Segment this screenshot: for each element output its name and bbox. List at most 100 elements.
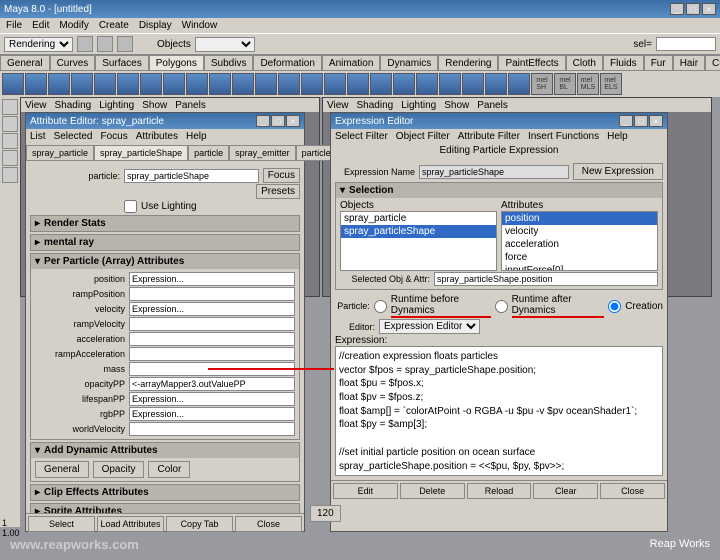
shelf-item-icon[interactable] bbox=[416, 73, 438, 95]
runtime-after-radio[interactable] bbox=[495, 300, 508, 313]
ae-tab[interactable]: spray_emitter bbox=[229, 145, 296, 161]
maximize-icon[interactable]: □ bbox=[271, 115, 285, 127]
ae-tab[interactable]: particle bbox=[188, 145, 229, 161]
vp-shading[interactable]: Shading bbox=[55, 100, 92, 111]
list-item[interactable]: acceleration bbox=[502, 238, 657, 251]
ee-menu-attrfilter[interactable]: Attribute Filter bbox=[458, 131, 520, 142]
menu-create[interactable]: Create bbox=[99, 20, 129, 31]
shelf-tab[interactable]: Hair bbox=[673, 55, 705, 71]
color-button[interactable]: Color bbox=[148, 461, 190, 478]
editor-select[interactable]: Expression Editor bbox=[379, 319, 480, 334]
vp-show[interactable]: Show bbox=[142, 100, 167, 111]
shelf-item-icon[interactable] bbox=[48, 73, 70, 95]
reload-button[interactable]: Reload bbox=[467, 483, 532, 499]
particle-field[interactable] bbox=[124, 169, 259, 183]
ae-menu-help[interactable]: Help bbox=[186, 131, 207, 142]
module-select[interactable]: Rendering bbox=[4, 37, 73, 52]
ae-menu-selected[interactable]: Selected bbox=[54, 131, 93, 142]
scale-tool-icon[interactable] bbox=[2, 167, 18, 183]
shelf-tab[interactable]: Custom bbox=[705, 55, 720, 71]
shelf-item-icon[interactable] bbox=[278, 73, 300, 95]
section-add-dyn[interactable]: ▾ Add Dynamic Attributes bbox=[31, 443, 299, 458]
minimize-icon[interactable]: _ bbox=[619, 115, 633, 127]
rotate-tool-icon[interactable] bbox=[2, 150, 18, 166]
sel-obj-field[interactable] bbox=[434, 272, 658, 286]
shelf-mel-icon[interactable]: melMLS bbox=[577, 73, 599, 95]
close-icon[interactable]: × bbox=[702, 3, 716, 15]
shelf-item-icon[interactable] bbox=[163, 73, 185, 95]
delete-button[interactable]: Delete bbox=[400, 483, 465, 499]
pp-field[interactable] bbox=[129, 332, 295, 346]
ee-titlebar[interactable]: Expression Editor _□× bbox=[331, 113, 667, 129]
shelf-item-icon[interactable] bbox=[94, 73, 116, 95]
objects-list[interactable]: spray_particle spray_particleShape bbox=[340, 211, 497, 271]
new-expr-button[interactable]: New Expression bbox=[573, 163, 663, 180]
vp-lighting[interactable]: Lighting bbox=[401, 100, 436, 111]
expr-name-field[interactable] bbox=[419, 165, 569, 179]
shelf-tab[interactable]: Cloth bbox=[566, 55, 603, 71]
shelf-item-icon[interactable] bbox=[485, 73, 507, 95]
ae-tab[interactable]: spray_particle bbox=[26, 145, 94, 161]
shelf-item-icon[interactable] bbox=[2, 73, 24, 95]
ee-menu-objfilter[interactable]: Object Filter bbox=[396, 131, 450, 142]
list-item[interactable]: position bbox=[502, 212, 657, 225]
creation-radio[interactable] bbox=[608, 300, 621, 313]
file-save-icon[interactable] bbox=[117, 36, 133, 52]
pp-field[interactable] bbox=[129, 302, 295, 316]
ee-menu-insert[interactable]: Insert Functions bbox=[528, 131, 599, 142]
presets-button[interactable]: Presets bbox=[256, 184, 300, 199]
menu-window[interactable]: Window bbox=[182, 20, 218, 31]
shelf-mel-icon[interactable]: melELS bbox=[600, 73, 622, 95]
shelf-item-icon[interactable] bbox=[301, 73, 323, 95]
section-sprite[interactable]: ▸ Sprite Attributes bbox=[31, 504, 299, 513]
close-icon[interactable]: × bbox=[286, 115, 300, 127]
shelf-item-icon[interactable] bbox=[255, 73, 277, 95]
shelf-item-icon[interactable] bbox=[25, 73, 47, 95]
copy-tab-button[interactable]: Copy Tab bbox=[166, 516, 233, 532]
shelf-tab[interactable]: Deformation bbox=[253, 55, 321, 71]
shelf-mel-icon[interactable]: melBL bbox=[554, 73, 576, 95]
opacity-button[interactable]: Opacity bbox=[93, 461, 145, 478]
shelf-tab[interactable]: Fur bbox=[644, 55, 673, 71]
ae-menu-attributes[interactable]: Attributes bbox=[136, 131, 178, 142]
focus-button[interactable]: Focus bbox=[263, 168, 300, 183]
section-pp-attrs[interactable]: ▾ Per Particle (Array) Attributes bbox=[31, 254, 299, 269]
shelf-tab[interactable]: PaintEffects bbox=[498, 55, 565, 71]
shelf-item-icon[interactable] bbox=[347, 73, 369, 95]
runtime-before-radio[interactable] bbox=[374, 300, 387, 313]
minimize-icon[interactable]: _ bbox=[256, 115, 270, 127]
shelf-tab[interactable]: Fluids bbox=[603, 55, 644, 71]
menu-display[interactable]: Display bbox=[139, 20, 172, 31]
shelf-mel-icon[interactable]: melSH bbox=[531, 73, 553, 95]
general-button[interactable]: General bbox=[35, 461, 89, 478]
shelf-tab[interactable]: General bbox=[0, 55, 50, 71]
ae-tab[interactable]: spray_particleShape bbox=[94, 145, 188, 161]
list-item[interactable]: force bbox=[502, 251, 657, 264]
list-item[interactable]: spray_particle bbox=[341, 212, 496, 225]
file-open-icon[interactable] bbox=[97, 36, 113, 52]
objects-select[interactable] bbox=[195, 37, 255, 52]
shelf-item-icon[interactable] bbox=[232, 73, 254, 95]
section-mental-ray[interactable]: ▸ mental ray bbox=[31, 235, 299, 250]
shelf-item-icon[interactable] bbox=[117, 73, 139, 95]
ae-titlebar[interactable]: Attribute Editor: spray_particle _□× bbox=[26, 113, 304, 129]
sel-input[interactable] bbox=[656, 37, 716, 51]
expression-textarea[interactable]: //creation expression floats particles v… bbox=[335, 346, 663, 476]
shelf-item-icon[interactable] bbox=[209, 73, 231, 95]
ee-menu-help[interactable]: Help bbox=[607, 131, 628, 142]
shelf-tab[interactable]: Polygons bbox=[149, 55, 204, 71]
load-attrs-button[interactable]: Load Attributes bbox=[97, 516, 164, 532]
select-button[interactable]: Select bbox=[28, 516, 95, 532]
shelf-item-icon[interactable] bbox=[370, 73, 392, 95]
ae-menu-list[interactable]: List bbox=[30, 131, 46, 142]
shelf-tab[interactable]: Animation bbox=[322, 55, 380, 71]
shelf-item-icon[interactable] bbox=[140, 73, 162, 95]
shelf-tab[interactable]: Dynamics bbox=[380, 55, 438, 71]
vp-show[interactable]: Show bbox=[444, 100, 469, 111]
close-icon[interactable]: × bbox=[649, 115, 663, 127]
pp-field[interactable] bbox=[129, 422, 295, 436]
vp-view[interactable]: View bbox=[25, 100, 47, 111]
shelf-item-icon[interactable] bbox=[508, 73, 530, 95]
selection-section[interactable]: ▾ Selection bbox=[336, 183, 662, 198]
list-item[interactable]: velocity bbox=[502, 225, 657, 238]
